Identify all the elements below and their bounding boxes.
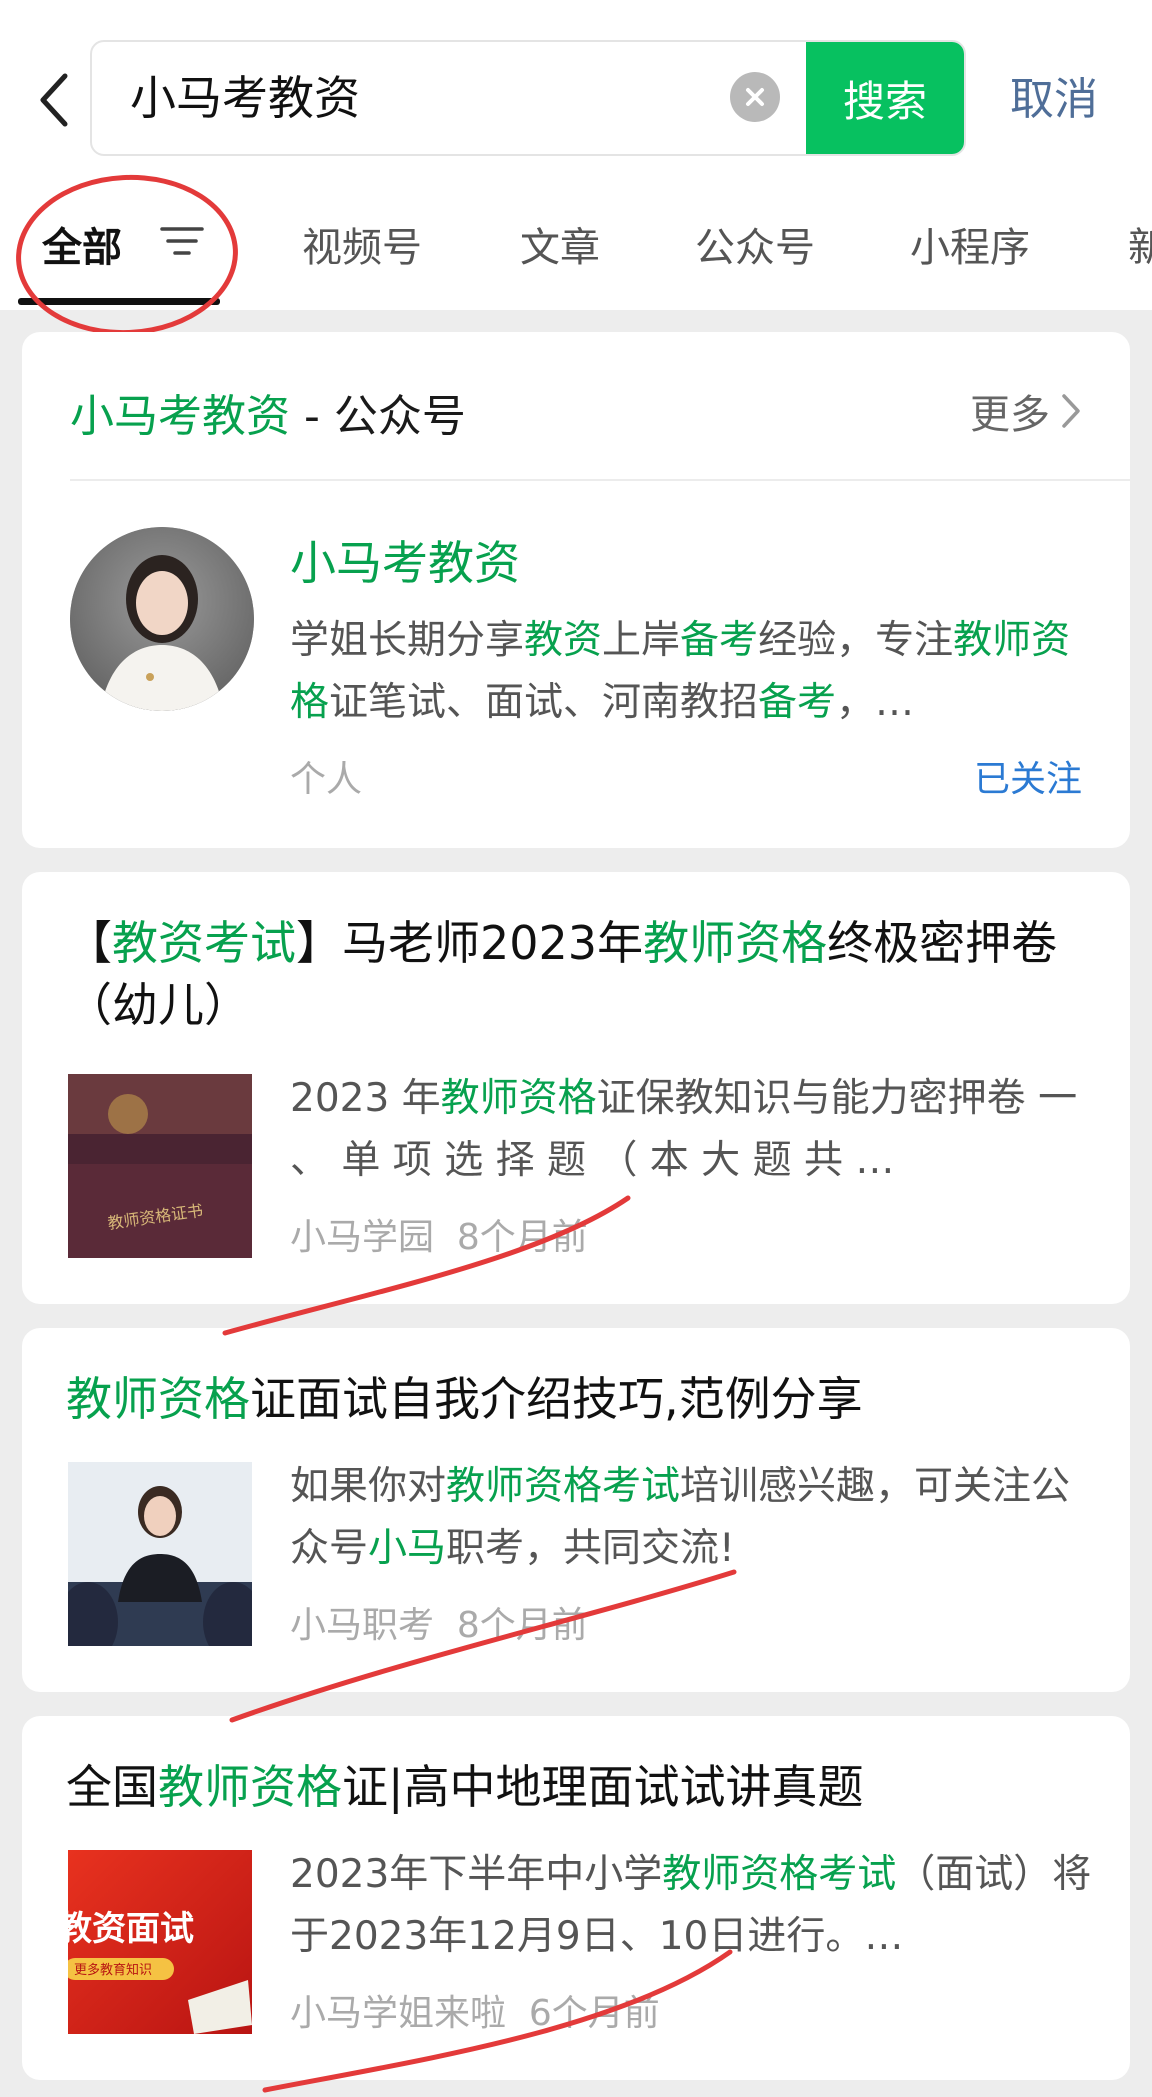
text-segment: 上岸: [602, 618, 681, 663]
text-segment: 2023年下半年中小学: [290, 1852, 663, 1897]
account-header-name: 小马考教资: [70, 391, 290, 442]
tab-official-accounts[interactable]: 公众号: [695, 215, 815, 273]
tab-articles[interactable]: 文章: [520, 215, 600, 273]
article-snippet: 如果你对教师资格考试培训感兴趣，可关注公众号小马职考，共同交流!: [290, 1456, 1100, 1580]
divider: [70, 479, 1130, 481]
article-source[interactable]: 小马学姐来啦: [290, 1993, 506, 2034]
back-button[interactable]: [30, 62, 80, 138]
more-label: 更多: [970, 392, 1050, 438]
article-snippet: 2023 年教师资格证保教知识与能力密押卷 一 、 单 项 选 择 题 （ 本 …: [290, 1068, 1100, 1192]
article-source[interactable]: 小马学园: [290, 1217, 434, 1258]
article-card[interactable]: 【教资考试】马老师2023年教师资格终极密押卷（幼儿） 教师资格证书 2023 …: [22, 872, 1130, 1304]
back-arrow-icon: [40, 73, 68, 127]
text-segment: 证面试自我介绍技巧,范例分享: [250, 1372, 863, 1426]
cancel-button[interactable]: 取消: [1010, 62, 1098, 138]
followed-status[interactable]: 已关注: [974, 750, 1082, 802]
article-meta: 小马职考 8个月前: [290, 1596, 588, 1648]
article-time: 8个月前: [456, 1217, 588, 1258]
tab-channels[interactable]: 视频号: [302, 215, 422, 273]
article-meta: 小马学园 8个月前: [290, 1208, 588, 1260]
tab-all[interactable]: 全部: [42, 215, 122, 273]
avatar[interactable]: [70, 527, 254, 711]
article-meta: 小马学姐来啦 6个月前: [290, 1984, 660, 2036]
keyword-highlight: 教师资格: [66, 1372, 250, 1426]
text-segment: 全国: [66, 1760, 158, 1814]
article-card[interactable]: 教师资格证面试自我介绍技巧,范例分享 如果你对教师资格考试培训感兴趣，可关注公众…: [22, 1328, 1130, 1692]
search-button[interactable]: 搜索: [806, 42, 964, 154]
text-segment: 学姐长期分享: [290, 618, 525, 663]
keyword-highlight: 教师资格: [158, 1760, 342, 1814]
article-thumbnail: 教资面试 更多教育知识: [68, 1850, 252, 2034]
clear-button[interactable]: [730, 72, 780, 122]
account-header-type: 公众号: [333, 391, 466, 442]
tab-bar: 全部 视频号 文章 公众号 小程序 新: [0, 195, 1152, 305]
text-segment: 职考，共同交流!: [446, 1526, 735, 1571]
active-tab-indicator: [18, 298, 220, 305]
search-input[interactable]: 小马考教资: [130, 42, 360, 154]
chevron-right-icon: [1062, 394, 1080, 428]
article-title[interactable]: 教师资格证面试自我介绍技巧,范例分享: [66, 1368, 1096, 1430]
text-segment: 经验，专注: [758, 618, 954, 663]
account-name[interactable]: 小马考教资: [290, 527, 520, 593]
text-segment: 证笔试、面试、河南教招: [329, 680, 759, 725]
article-card[interactable]: 全国教师资格证|高中地理面试试讲真题 教资面试 更多教育知识 2023年下半年中…: [22, 1716, 1130, 2080]
keyword-highlight: 教师资格: [440, 1076, 597, 1121]
keyword-highlight: 教资: [524, 618, 603, 663]
article-title[interactable]: 【教资考试】马老师2023年教师资格终极密押卷（幼儿）: [66, 912, 1096, 1036]
more-button[interactable]: 更多: [970, 382, 1082, 440]
filter-icon[interactable]: [160, 223, 204, 259]
article-time: 8个月前: [456, 1605, 588, 1646]
keyword-highlight: 教资考试: [112, 916, 296, 970]
text-segment: 证|高中地理面试试讲真题: [342, 1760, 864, 1814]
article-snippet: 2023年下半年中小学教师资格考试（面试）将于2023年12月9日、10日进行。…: [290, 1844, 1100, 1968]
tab-news[interactable]: 新: [1128, 215, 1152, 273]
account-description: 学姐长期分享教资上岸备考经验，专注教师资格证笔试、面试、河南教招备考，…: [290, 610, 1090, 734]
avatar-image: [70, 527, 254, 711]
search-box[interactable]: 小马考教资 搜索: [90, 40, 966, 156]
keyword-highlight: 教师资格考试: [446, 1464, 681, 1509]
account-type: 个人: [290, 759, 363, 800]
account-card-header: 小马考教资 - 公众号: [70, 380, 466, 444]
account-card[interactable]: 小马考教资 - 公众号 更多 小马考教资 学姐长期分享教资上岸备考经验，专注教师…: [22, 332, 1130, 848]
clear-icon: [746, 88, 764, 106]
keyword-highlight: 小马: [368, 1526, 447, 1571]
text-segment: 如果你对: [290, 1464, 447, 1509]
article-thumbnail: [68, 1462, 252, 1646]
keyword-highlight: 教师资格考试: [662, 1852, 897, 1897]
article-title[interactable]: 全国教师资格证|高中地理面试试讲真题: [66, 1756, 1096, 1818]
thumbnail-subcaption: 更多教育知识: [74, 1962, 152, 1978]
top-bar: 小马考教资 搜索 取消 全部 视频号 文章 公众号 小程序 新: [0, 0, 1152, 310]
keyword-highlight: 教师资格: [643, 916, 828, 970]
tab-mini-programs[interactable]: 小程序: [910, 215, 1030, 273]
article-source[interactable]: 小马职考: [290, 1605, 434, 1646]
text-segment: 【: [66, 916, 112, 970]
account-header-separator: -: [290, 391, 334, 442]
text-segment: 2023 年: [290, 1076, 441, 1121]
thumbnail-caption: 教资面试: [68, 1909, 194, 1949]
text-segment: ，…: [836, 680, 915, 725]
article-thumbnail: 教师资格证书: [68, 1074, 252, 1258]
article-time: 6个月前: [528, 1993, 660, 2034]
text-segment: 】马老师2023年: [296, 916, 644, 970]
keyword-highlight: 备考: [680, 618, 759, 663]
keyword-highlight: 备考: [758, 680, 837, 725]
